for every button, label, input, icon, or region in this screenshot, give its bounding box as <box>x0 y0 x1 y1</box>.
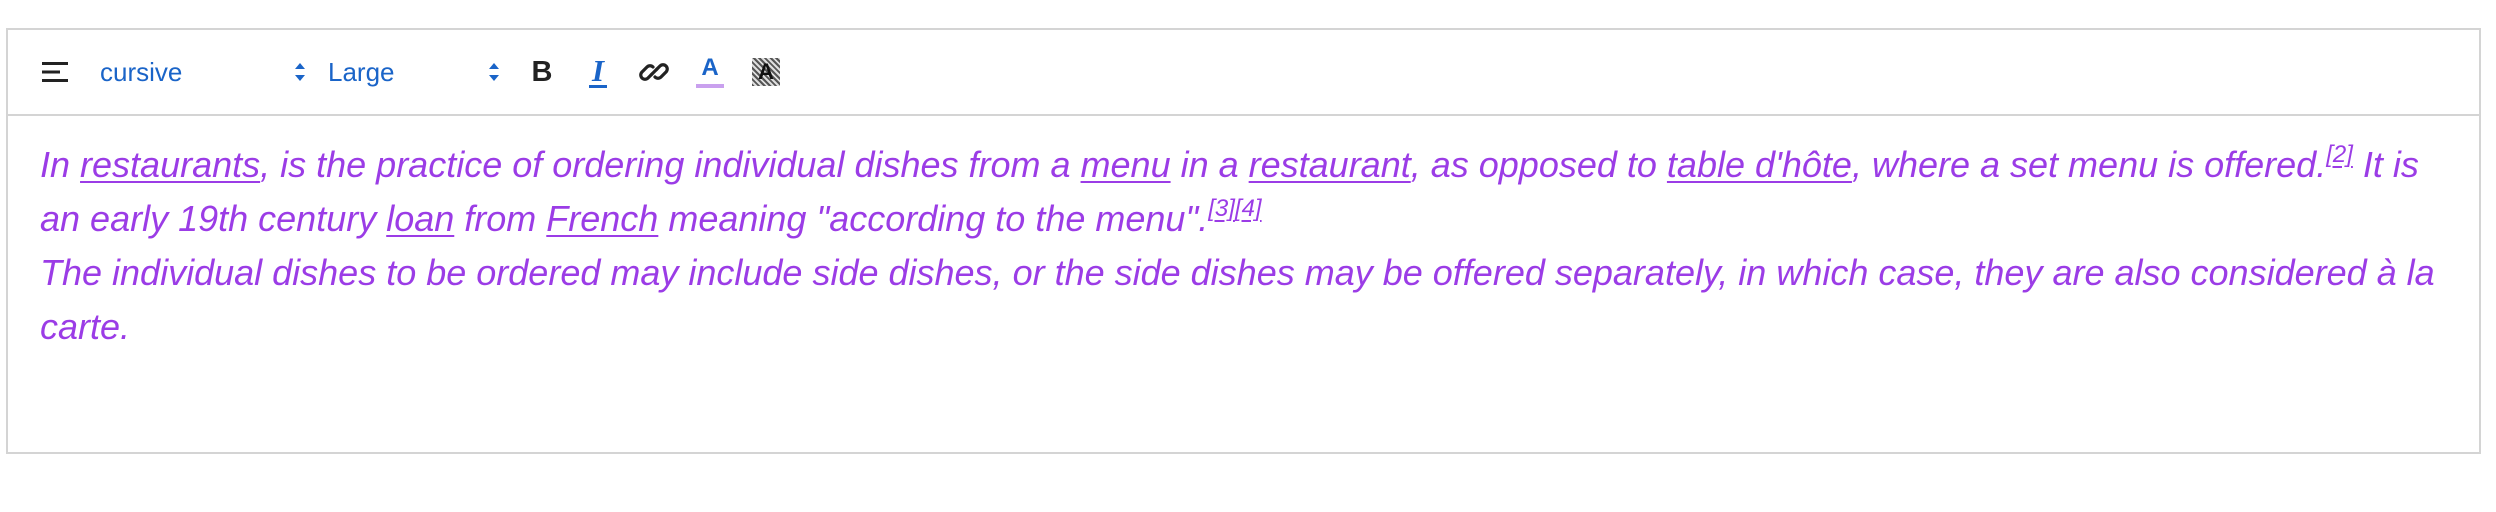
text-run: In <box>40 144 81 185</box>
editor-content[interactable]: In restaurants, is the practice of order… <box>8 116 2479 354</box>
link-icon[interactable] <box>634 52 674 92</box>
align-left-icon[interactable] <box>36 52 76 92</box>
text-color-icon[interactable]: A <box>690 52 730 92</box>
font-family-select[interactable]: cursive <box>100 52 310 92</box>
italic-label: I <box>588 55 608 88</box>
reference-3[interactable]: [3] <box>1208 195 1235 222</box>
link-loan[interactable]: loan <box>386 198 454 239</box>
background-color-swatch: A <box>752 58 780 86</box>
bold-button[interactable]: B <box>522 52 562 92</box>
select-arrows-icon <box>484 60 504 84</box>
background-color-icon[interactable]: A <box>746 52 786 92</box>
background-color-label: A <box>758 59 774 84</box>
text-run: meaning "according to the menu". <box>658 198 1209 239</box>
link-french[interactable]: French <box>546 198 658 239</box>
select-arrows-icon <box>290 60 310 84</box>
font-size-select[interactable]: Large <box>328 52 504 92</box>
reference-4[interactable]: [4] <box>1235 195 1262 222</box>
italic-button[interactable]: I <box>578 52 618 92</box>
text-color-bar <box>696 84 724 88</box>
paragraph-1: In restaurants, is the practice of order… <box>40 138 2447 246</box>
link-menu[interactable]: menu <box>1081 144 1171 185</box>
text-color-label: A <box>701 54 719 81</box>
link-table-dhote[interactable]: table d'hôte <box>1667 144 1852 185</box>
text-run: , where a set menu is offered. <box>1851 144 2327 185</box>
text-run: , is the practice of ordering individual… <box>260 144 1081 185</box>
toolbar: cursive Large B I A A <box>8 30 2479 116</box>
font-family-value: cursive <box>100 56 183 87</box>
text-run: , as opposed to <box>1410 144 1667 185</box>
text-run: in a <box>1170 144 1249 185</box>
rich-text-editor: cursive Large B I A A In restaurants, is… <box>6 28 2481 454</box>
link-restaurant[interactable]: restaurant <box>1249 144 1411 185</box>
font-size-value: Large <box>328 56 395 87</box>
reference-2[interactable]: [2] <box>2326 141 2353 168</box>
text-run: from <box>454 198 547 239</box>
paragraph-2: The individual dishes to be ordered may … <box>40 252 2435 347</box>
link-restaurants[interactable]: restaurants <box>80 144 260 185</box>
